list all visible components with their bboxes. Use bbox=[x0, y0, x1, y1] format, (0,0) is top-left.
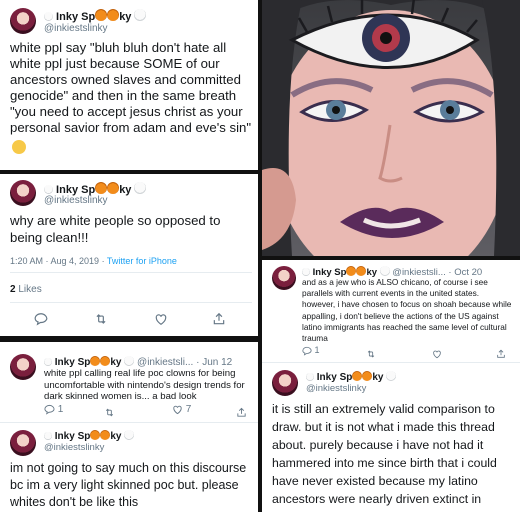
tweet-text: why are white people so opposed to being… bbox=[10, 213, 221, 245]
portrait-illustration bbox=[262, 0, 520, 256]
handle[interactable]: @inkiestslinky bbox=[44, 195, 108, 206]
pumpkin-emoji bbox=[95, 9, 108, 21]
handle[interactable]: @inkiestslinky bbox=[306, 383, 366, 394]
handle[interactable]: @inkiestslinky bbox=[44, 442, 104, 453]
share-icon[interactable] bbox=[236, 404, 247, 422]
pumpkin-emoji bbox=[100, 356, 111, 366]
skull-emoji bbox=[386, 371, 397, 381]
retweet-icon[interactable] bbox=[94, 312, 110, 328]
share-icon[interactable] bbox=[212, 312, 228, 328]
tweet-text: white ppl say "bluh bluh don't hate all … bbox=[10, 40, 252, 135]
skull-emoji bbox=[124, 430, 135, 440]
tweet-text: and as a jew who is ALSO chicano, of cou… bbox=[302, 277, 512, 344]
avatar[interactable] bbox=[10, 8, 36, 34]
pumpkin-emoji bbox=[95, 182, 108, 194]
skull-emoji bbox=[306, 373, 314, 381]
portrait-photo bbox=[262, 0, 520, 256]
tweet-panel-3: Inky Sp ky @inkiestsli... · Jun 12 white … bbox=[0, 342, 258, 512]
pumpkin-emoji bbox=[362, 371, 373, 381]
pumpkin-emoji bbox=[107, 182, 120, 194]
skull-emoji bbox=[134, 182, 147, 194]
client-link[interactable]: Twitter for iPhone bbox=[107, 256, 177, 266]
likes-number: 2 bbox=[10, 284, 16, 295]
handle[interactable]: @inkiestsli... bbox=[137, 357, 193, 368]
share-icon[interactable] bbox=[496, 345, 506, 363]
display-name[interactable]: Inky Sp ky @inkiestsli... · Jun 12 bbox=[44, 356, 232, 368]
divider bbox=[0, 422, 258, 423]
pumpkin-emoji bbox=[90, 430, 101, 440]
skull-emoji bbox=[44, 358, 52, 366]
avatar[interactable] bbox=[10, 354, 36, 380]
retweet-icon[interactable] bbox=[366, 345, 376, 363]
handle[interactable]: @inkiestslinky bbox=[44, 23, 108, 34]
skull-emoji bbox=[124, 356, 135, 366]
pumpkin-emoji bbox=[352, 371, 363, 381]
skull-emoji bbox=[44, 12, 53, 21]
divider bbox=[10, 272, 252, 273]
reply-count: 1 bbox=[57, 404, 64, 416]
reply-count: 1 bbox=[314, 345, 320, 355]
tweet-panel-2: Inky Sp ky @inkiestslinky why are white p… bbox=[0, 174, 258, 336]
tweet-date[interactable]: · Jun 12 bbox=[196, 357, 232, 368]
avatar[interactable] bbox=[10, 180, 36, 206]
reply-icon[interactable] bbox=[34, 312, 50, 328]
like-count: 7 bbox=[185, 404, 192, 416]
divider bbox=[10, 302, 252, 303]
tweet-panel-1: Inky Sp ky @inkiestslinky white ppl say "… bbox=[0, 0, 258, 170]
avatar[interactable] bbox=[272, 370, 298, 396]
like-icon[interactable] bbox=[154, 312, 170, 328]
avatar[interactable] bbox=[10, 430, 36, 456]
likes-count[interactable]: 2 Likes bbox=[10, 284, 42, 295]
display-name[interactable]: Inky Sp ky bbox=[44, 182, 147, 196]
pumpkin-emoji bbox=[346, 266, 357, 276]
avatar[interactable] bbox=[272, 266, 296, 290]
tweet-text: im not going to say much on this discour… bbox=[10, 461, 247, 509]
skull-emoji bbox=[134, 9, 147, 21]
timestamp: 1:20 AM · Aug 4, 2019 · Twitter for iPho… bbox=[10, 256, 177, 266]
tweet-panel-4: Inky Sp ky @inkiestsli... · Oct 20 and as… bbox=[262, 260, 520, 512]
likes-label: Likes bbox=[18, 284, 42, 295]
tweet-text: white ppl calling real life poc clowns f… bbox=[44, 368, 245, 402]
retweet-icon[interactable] bbox=[104, 404, 115, 422]
time-text: 1:20 AM · Aug 4, 2019 · bbox=[10, 256, 107, 266]
like-icon[interactable]: 7 bbox=[172, 404, 191, 415]
display-name[interactable]: Inky Sp ky bbox=[44, 9, 147, 23]
thinking-emoji bbox=[12, 140, 26, 154]
skull-emoji bbox=[44, 185, 53, 194]
display-name[interactable]: Inky Sp ky bbox=[306, 371, 397, 383]
pumpkin-emoji bbox=[356, 266, 367, 276]
display-name[interactable]: Inky Sp ky bbox=[44, 430, 135, 442]
skull-emoji bbox=[302, 268, 310, 276]
pumpkin-emoji bbox=[107, 9, 120, 21]
reply-icon[interactable]: 1 bbox=[44, 404, 63, 415]
like-icon[interactable] bbox=[432, 345, 442, 363]
skull-emoji bbox=[379, 266, 390, 276]
tweet-text: it is still an extremely valid compariso… bbox=[272, 402, 497, 512]
divider bbox=[262, 362, 520, 363]
pumpkin-emoji bbox=[100, 430, 111, 440]
skull-emoji bbox=[44, 432, 52, 440]
reply-icon[interactable]: 1 bbox=[302, 345, 320, 356]
pumpkin-emoji bbox=[90, 356, 101, 366]
